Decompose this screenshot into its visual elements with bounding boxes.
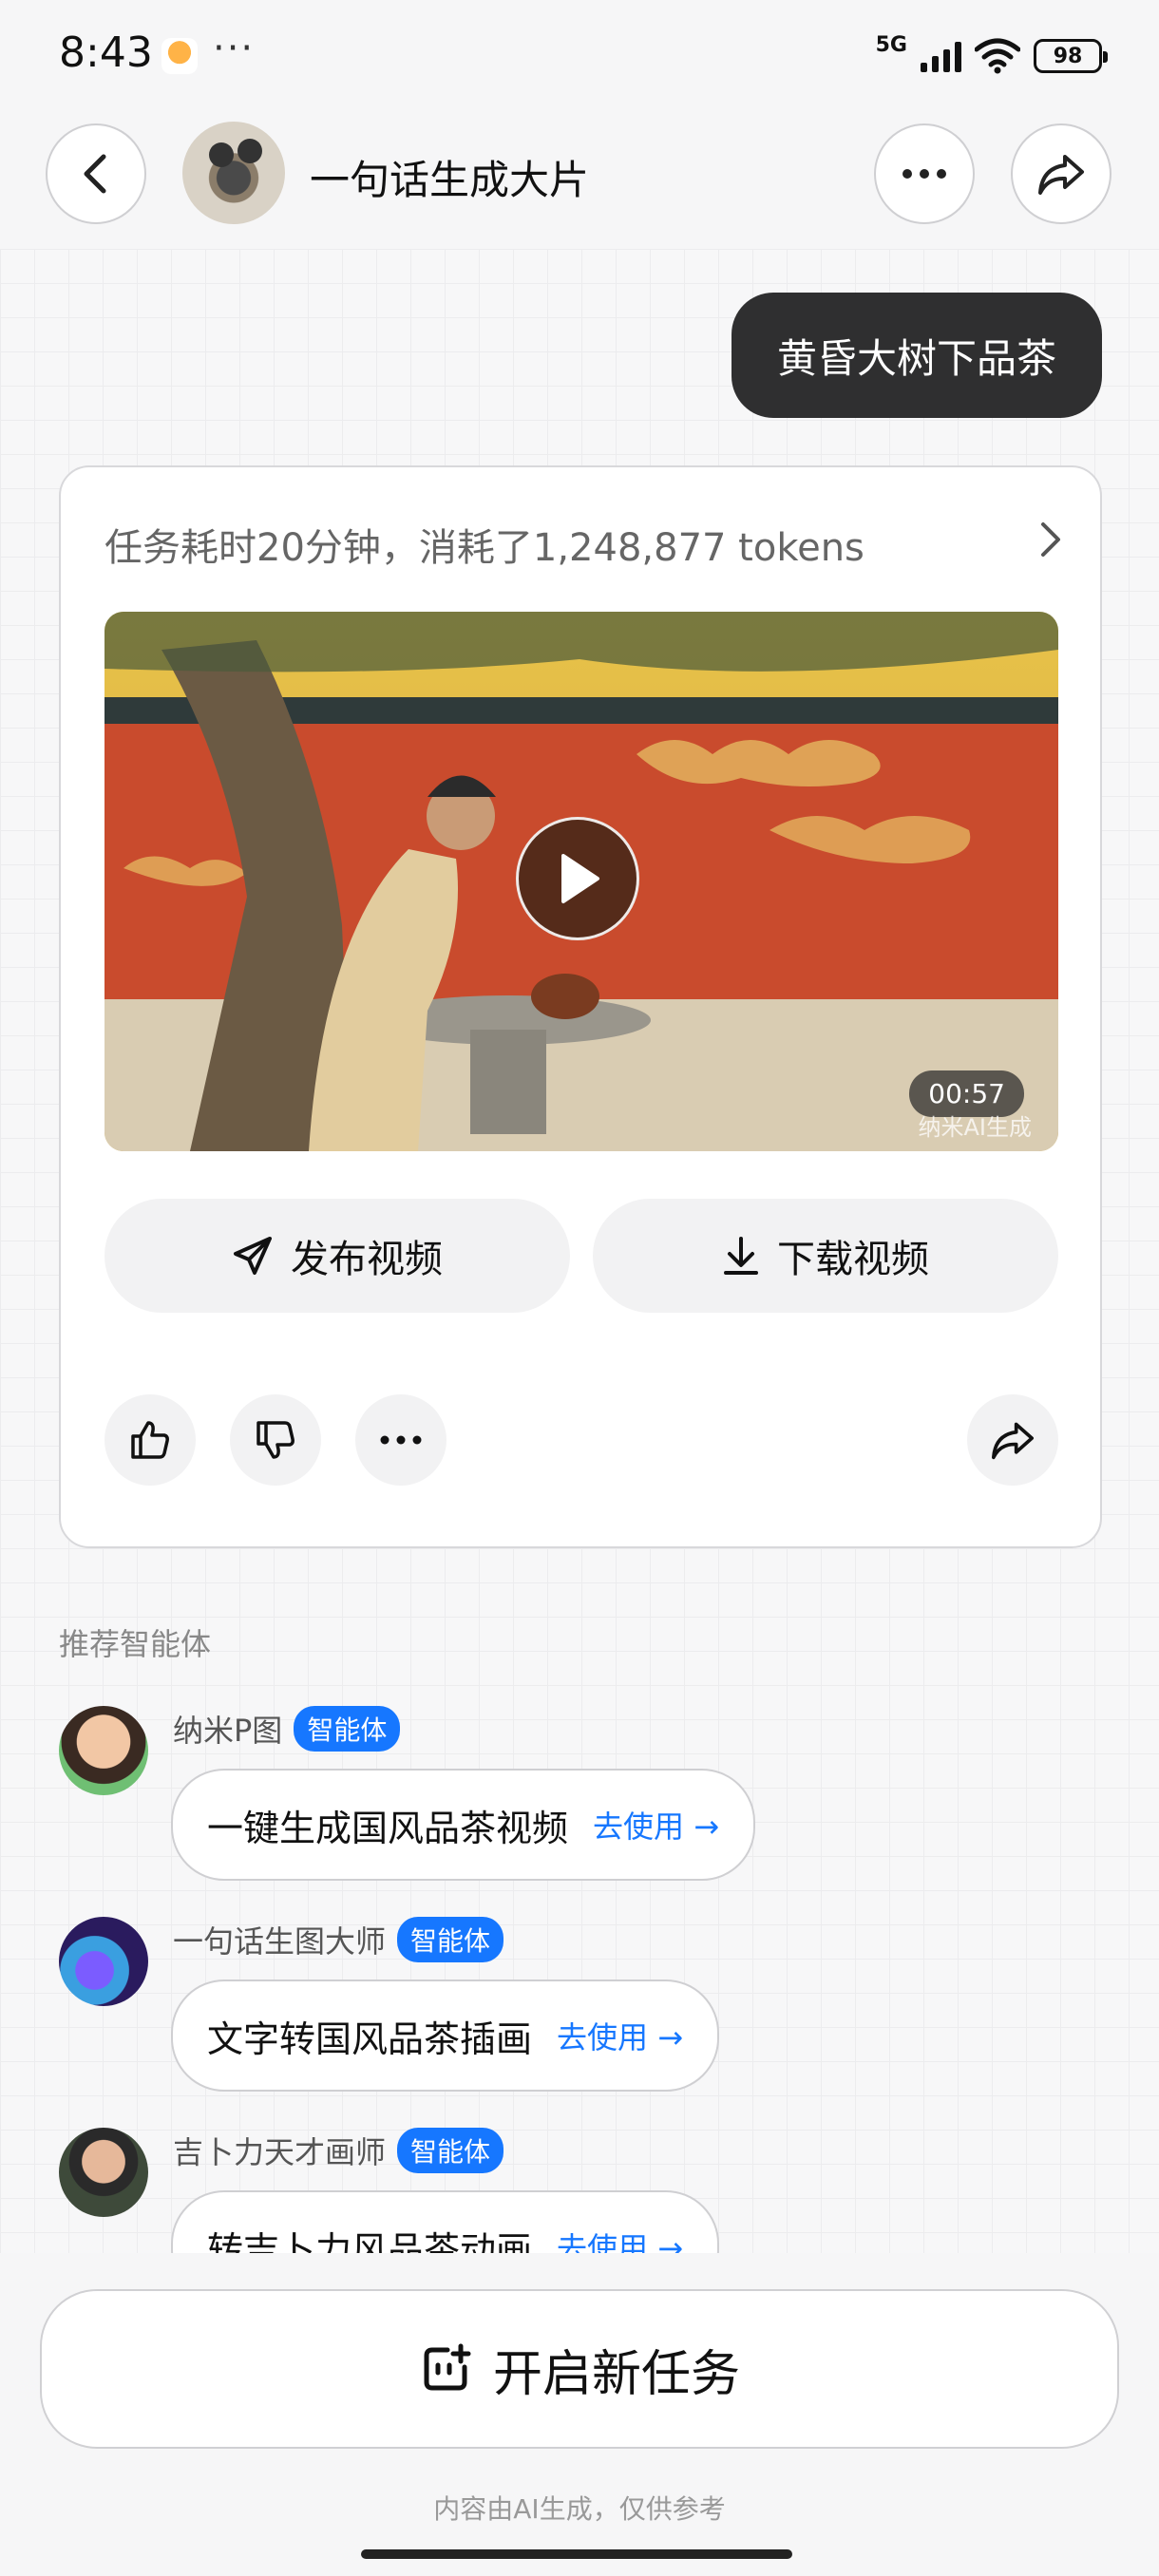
chevron-left-icon xyxy=(84,154,106,194)
battery-level: 98 xyxy=(1053,44,1083,68)
wifi-icon xyxy=(975,38,1020,74)
app-notification-icon xyxy=(162,38,198,74)
share-icon xyxy=(1038,155,1084,195)
status-more-icon: ··· xyxy=(213,27,256,70)
video-player[interactable]: 00:57 纳米AI生成 xyxy=(104,612,1058,1151)
status-icons: 5G 98 xyxy=(875,32,1108,80)
agent-prompt: 转吉卜力风品茶动画 xyxy=(207,2228,533,2254)
download-video-button[interactable]: 下载视频 xyxy=(593,1199,1058,1313)
publish-video-button[interactable]: 发布视频 xyxy=(104,1199,570,1313)
chat-header: 一句话生成大片 xyxy=(0,114,1159,247)
share-icon xyxy=(992,1422,1034,1460)
agent-prompt: 文字转国风品茶插画 xyxy=(207,2017,533,2060)
agent-avatar[interactable] xyxy=(59,1917,148,2006)
new-chat-icon xyxy=(424,2343,471,2391)
download-label: 下载视频 xyxy=(777,1238,929,1281)
network-type: 5G xyxy=(875,32,907,57)
thumbs-down-icon xyxy=(256,1421,294,1459)
agent-badge: 智能体 xyxy=(397,1917,504,1962)
agent-suggestion-card[interactable]: 转吉卜力风品茶动画 去使用 → xyxy=(171,2190,720,2254)
dislike-button[interactable] xyxy=(230,1394,321,1486)
back-button[interactable] xyxy=(46,123,146,224)
agent-avatar[interactable] xyxy=(59,2128,148,2217)
use-link[interactable]: 去使用 → xyxy=(557,2014,683,2057)
more-actions-button[interactable] xyxy=(355,1394,446,1486)
agent-avatar[interactable] xyxy=(59,1706,148,1795)
status-bar: 8:43 ··· 5G 98 xyxy=(0,0,1159,110)
more-icon xyxy=(902,169,946,179)
agent-name-row: 吉卜力天才画师 智能体 xyxy=(173,2128,504,2173)
use-link[interactable]: 去使用 → xyxy=(557,2225,683,2253)
bottom-bar: 开启新任务 内容由AI生成，仅供参考 xyxy=(0,2253,1159,2576)
download-icon xyxy=(724,1237,758,1275)
agent-avatar[interactable] xyxy=(182,122,285,224)
agent-name: 纳米P图 xyxy=(173,1713,283,1749)
publish-label: 发布视频 xyxy=(291,1238,443,1281)
agent-name-row: 纳米P图 智能体 xyxy=(173,1706,401,1752)
chevron-right-icon[interactable] xyxy=(1037,521,1064,559)
share-result-button[interactable] xyxy=(967,1394,1058,1486)
new-task-label: 开启新任务 xyxy=(492,2345,740,2403)
home-indicator[interactable] xyxy=(361,2549,792,2559)
agent-item: 吉卜力天才画师 智能体 转吉卜力风品茶动画 去使用 → xyxy=(59,2128,1104,2253)
play-icon xyxy=(561,854,599,903)
agent-name: 一句话生图大师 xyxy=(173,1923,387,1960)
user-message-bubble: 黄昏大树下品茶 xyxy=(731,293,1102,418)
agent-badge: 智能体 xyxy=(294,1706,401,1752)
play-button[interactable] xyxy=(516,817,639,940)
like-button[interactable] xyxy=(104,1394,196,1486)
battery-icon: 98 xyxy=(1034,39,1108,73)
result-card: 任务耗时20分钟，消耗了1,248,877 tokens 00:57 纳米AI生… xyxy=(59,465,1102,1548)
status-time: 8:43 xyxy=(59,28,153,77)
user-message-text: 黄昏大树下品茶 xyxy=(776,334,1056,382)
page-title: 一句话生成大片 xyxy=(310,157,590,203)
share-button[interactable] xyxy=(1011,123,1112,224)
more-menu-button[interactable] xyxy=(874,123,975,224)
agent-suggestion-card[interactable]: 一键生成国风品茶视频 去使用 → xyxy=(171,1769,756,1881)
agent-name: 吉卜力天才画师 xyxy=(173,2134,387,2170)
signal-icon xyxy=(921,40,961,72)
thumbs-up-icon xyxy=(131,1421,169,1459)
more-icon xyxy=(380,1435,422,1445)
video-watermark: 纳米AI生成 xyxy=(918,1114,1033,1141)
send-icon xyxy=(234,1237,272,1275)
ai-disclaimer: 内容由AI生成，仅供参考 xyxy=(433,2493,726,2525)
use-link[interactable]: 去使用 → xyxy=(593,1803,719,1847)
agent-suggestion-card[interactable]: 文字转国风品茶插画 去使用 → xyxy=(171,1979,720,2092)
new-task-button[interactable]: 开启新任务 xyxy=(40,2289,1119,2449)
agent-name-row: 一句话生图大师 智能体 xyxy=(173,1917,504,1962)
agent-prompt: 一键生成国风品茶视频 xyxy=(207,1807,569,1849)
recommended-title: 推荐智能体 xyxy=(59,1626,212,1662)
task-summary[interactable]: 任务耗时20分钟，消耗了1,248,877 tokens xyxy=(104,517,864,572)
agent-badge: 智能体 xyxy=(397,2128,504,2173)
